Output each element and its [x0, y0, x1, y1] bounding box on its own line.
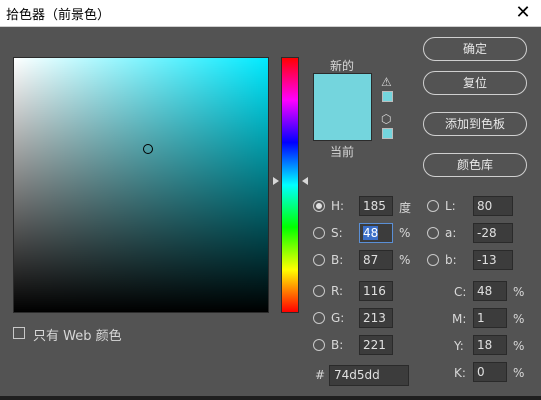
web-safe-swatch[interactable]	[382, 128, 393, 139]
print-gamut-swatch[interactable]	[382, 91, 393, 102]
label-a: a:	[445, 226, 457, 240]
input-l[interactable]: 80	[473, 196, 513, 216]
input-b[interactable]: 87	[359, 250, 393, 270]
label-l: L:	[445, 199, 456, 213]
hex-symbol: #	[315, 368, 326, 382]
input-h[interactable]: 185	[359, 196, 393, 216]
current-color-label: 当前	[330, 145, 355, 159]
unit-m: %	[513, 312, 525, 326]
unit-s: %	[399, 226, 411, 240]
ok-button[interactable]: 确定	[423, 37, 527, 61]
color-field-cursor[interactable]	[143, 144, 153, 154]
label-k: K:	[454, 366, 466, 380]
web-only-label[interactable]: 只有 Web 颜色	[33, 325, 122, 344]
input-k[interactable]: 0	[473, 362, 507, 382]
input-g[interactable]: 213	[359, 308, 393, 328]
warning-icon[interactable]: ⚠	[381, 76, 392, 88]
reset-button[interactable]: 复位	[423, 71, 527, 95]
hue-slider[interactable]	[281, 57, 299, 313]
window-title: 拾色器（前景色）	[6, 8, 111, 23]
unit-h: 度	[399, 201, 412, 215]
radio-l[interactable]	[427, 200, 439, 212]
radio-r[interactable]	[313, 285, 325, 297]
label-r: R:	[331, 284, 344, 298]
unit-k: %	[513, 366, 525, 380]
input-a[interactable]: -28	[473, 223, 513, 243]
close-icon[interactable]: ✕	[511, 1, 535, 25]
input-r[interactable]: 116	[359, 281, 393, 301]
web-only-checkbox[interactable]	[13, 327, 25, 339]
input-y[interactable]: 18	[473, 335, 507, 355]
new-color-label: 新的	[330, 59, 355, 73]
unit-b: %	[399, 253, 411, 267]
title-bar: 拾色器（前景色） ✕	[0, 0, 541, 27]
radio-h[interactable]	[313, 200, 325, 212]
input-s[interactable]: 48	[359, 223, 393, 243]
hex-input[interactable]: 74d5dd	[329, 365, 409, 386]
radio-rgb-b[interactable]	[313, 339, 325, 351]
radio-b[interactable]	[313, 254, 325, 266]
input-rgb-b[interactable]: 221	[359, 335, 393, 355]
color-preview	[313, 73, 372, 141]
color-libraries-button[interactable]: 颜色库	[423, 153, 527, 177]
unit-c: %	[513, 285, 525, 299]
label-h: H:	[331, 199, 345, 213]
radio-g[interactable]	[313, 312, 325, 324]
radio-a[interactable]	[427, 227, 439, 239]
input-c[interactable]: 48	[473, 281, 507, 301]
label-rgb-b: B:	[331, 338, 344, 352]
label-b: B:	[331, 253, 344, 267]
hue-slider-left-handle-icon[interactable]	[273, 177, 279, 185]
label-lab-b: b:	[445, 253, 457, 267]
input-m[interactable]: 1	[473, 308, 507, 328]
radio-lab-b[interactable]	[427, 254, 439, 266]
input-lab-b[interactable]: -13	[473, 250, 513, 270]
new-color-swatch	[314, 74, 371, 107]
label-c: C:	[454, 285, 467, 299]
label-s: S:	[331, 226, 343, 240]
color-picker-dialog: 拾色器（前景色） ✕ 新的 当前 ⚠ ⬡ 确定 复位 添加到色板 颜色库 H: …	[0, 0, 541, 400]
color-field[interactable]	[13, 57, 269, 313]
radio-s[interactable]	[313, 227, 325, 239]
bottom-border	[0, 396, 541, 400]
current-color-swatch[interactable]	[314, 107, 371, 140]
label-m: M:	[452, 312, 467, 326]
add-to-swatches-button[interactable]: 添加到色板	[423, 112, 527, 136]
unit-y: %	[513, 339, 525, 353]
label-g: G:	[331, 311, 345, 325]
label-y: Y:	[454, 339, 464, 353]
input-s-value: 48	[363, 226, 379, 240]
cube-icon[interactable]: ⬡	[381, 113, 391, 125]
hue-slider-right-handle-icon[interactable]	[302, 177, 308, 185]
